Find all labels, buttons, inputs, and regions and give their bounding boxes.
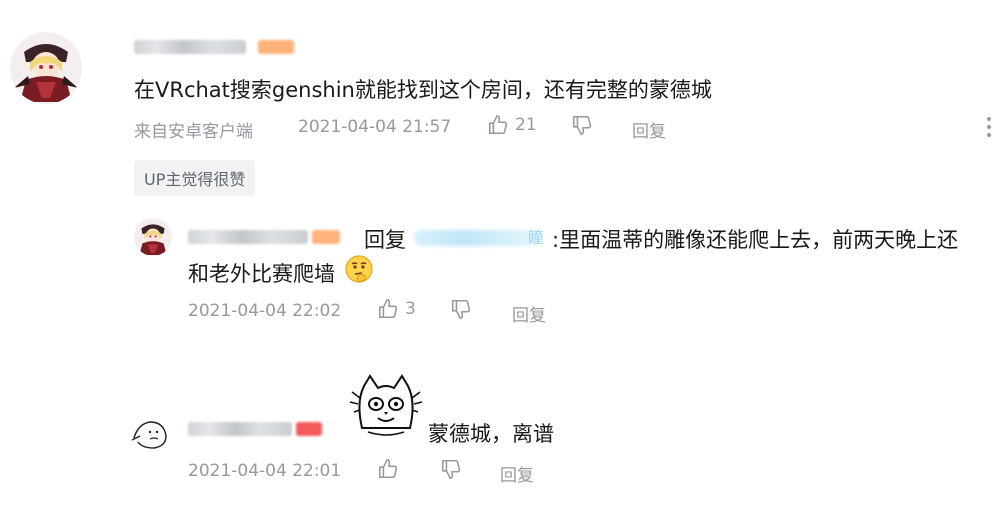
anime-avatar-icon: [134, 218, 172, 256]
dislike-button[interactable]: [440, 458, 462, 480]
more-options-icon[interactable]: [986, 116, 992, 138]
reply-button[interactable]: 回复: [500, 461, 534, 486]
thumbs-down-icon: [451, 299, 471, 319]
reply-like-count: 3: [405, 299, 416, 319]
reply-button[interactable]: 回复: [632, 117, 666, 142]
reply-timestamp: 2021-04-04 22:02: [188, 301, 342, 321]
reply-target-tail: 瞳: [528, 228, 545, 247]
reply-target-username-blurred[interactable]: [414, 230, 540, 246]
dislike-button[interactable]: [571, 114, 593, 136]
comment-timestamp: 2021-04-04 22:01: [188, 461, 342, 481]
like-button[interactable]: [377, 458, 399, 480]
reply-dislike-button[interactable]: [450, 298, 472, 320]
up-liked-badge: UP主觉得很赞: [134, 160, 256, 196]
reply-reply-button[interactable]: 回复: [512, 301, 546, 326]
thumbs-down-icon: [572, 115, 592, 135]
cat-sticker-icon: [348, 372, 424, 438]
comment-source: 来自安卓客户端: [134, 122, 253, 142]
like-button[interactable]: 21: [487, 114, 537, 136]
avatar[interactable]: [130, 412, 170, 452]
comment-text: 蒙德城，离谱: [428, 422, 554, 446]
comment-text: 在VRchat搜索genshin就能找到这个房间，还有完整的蒙德城: [134, 78, 712, 102]
reply-text-line2: 和老外比赛爬墙: [188, 262, 335, 286]
reply-username-blurred[interactable]: [188, 230, 308, 244]
like-count: 21: [515, 115, 537, 135]
thinking-emoji-icon: [344, 254, 374, 284]
reply-text-line1: :里面温蒂的雕像还能爬上去，前两天晚上还: [552, 228, 959, 252]
comment-timestamp: 2021-04-04 21:57: [298, 117, 452, 137]
thumbs-down-icon: [441, 459, 461, 479]
avatar[interactable]: [10, 32, 82, 104]
thumbs-up-icon: [378, 459, 398, 479]
user-level-badge: [296, 422, 322, 436]
thumbs-up-icon: [488, 115, 508, 135]
reply-prefix: 回复: [364, 228, 406, 252]
doodle-face-avatar-icon: [130, 412, 170, 452]
reply-avatar[interactable]: [134, 218, 172, 256]
anime-avatar-icon: [10, 32, 82, 104]
username-blurred[interactable]: [188, 422, 292, 436]
username-blurred[interactable]: [134, 40, 246, 54]
user-level-badge: [258, 40, 294, 54]
reply-user-level-badge: [312, 230, 340, 244]
thumbs-up-icon: [378, 299, 398, 319]
reply-like-button[interactable]: 3: [377, 298, 416, 320]
